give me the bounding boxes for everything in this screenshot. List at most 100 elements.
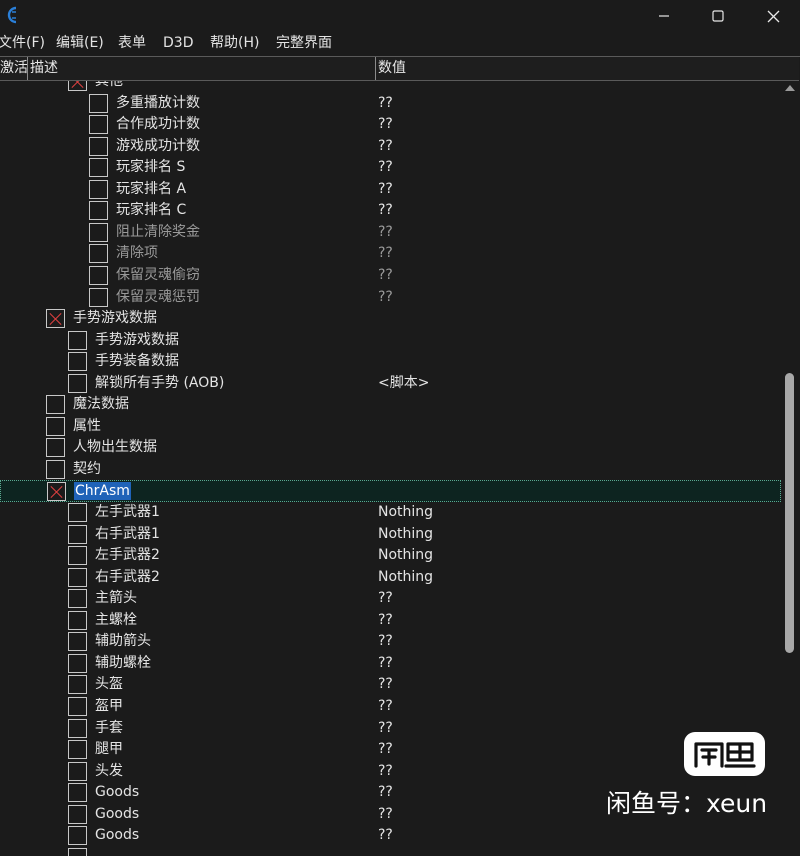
vertical-scrollbar[interactable] bbox=[781, 81, 799, 856]
table-row[interactable]: 腿甲?? bbox=[0, 739, 781, 761]
table-row[interactable]: 玩家排名 C?? bbox=[0, 200, 781, 222]
table-row[interactable]: 左手武器1 Nothing bbox=[0, 502, 781, 524]
table-row[interactable]: 保留灵魂偷窃?? bbox=[0, 265, 781, 287]
table-row[interactable]: 玩家排名 A?? bbox=[0, 179, 781, 201]
active-checkbox[interactable] bbox=[89, 287, 108, 307]
active-checkbox[interactable] bbox=[68, 826, 87, 846]
row-value[interactable]: ?? bbox=[378, 179, 393, 200]
active-checkbox[interactable] bbox=[68, 81, 87, 91]
table-row[interactable]: 左手武器2 Nothing bbox=[0, 545, 781, 567]
table-row[interactable]: 头发?? bbox=[0, 761, 781, 783]
table-row[interactable]: 辅助螺栓?? bbox=[0, 653, 781, 675]
active-checkbox[interactable] bbox=[89, 93, 108, 113]
active-checkbox[interactable] bbox=[68, 653, 87, 673]
active-checkbox[interactable] bbox=[89, 201, 108, 221]
table-row[interactable]: 主螺栓?? bbox=[0, 610, 781, 632]
menu-edit[interactable]: 编辑(E) bbox=[56, 34, 104, 52]
row-value[interactable]: ?? bbox=[378, 287, 393, 308]
active-checkbox[interactable] bbox=[68, 675, 87, 695]
table-row[interactable]: 阻止清除奖金?? bbox=[0, 222, 781, 244]
row-value[interactable]: ?? bbox=[378, 761, 393, 782]
row-value[interactable]: ?? bbox=[378, 653, 393, 674]
table-row[interactable]: 手势游戏数据 bbox=[0, 330, 781, 352]
row-value[interactable]: Nothing bbox=[378, 567, 433, 588]
active-checkbox[interactable] bbox=[89, 115, 108, 135]
active-checkbox[interactable] bbox=[89, 136, 108, 156]
active-checkbox[interactable] bbox=[89, 179, 108, 199]
active-checkbox[interactable] bbox=[89, 222, 108, 242]
row-value[interactable]: Nothing bbox=[378, 524, 433, 545]
table-row[interactable] bbox=[0, 847, 781, 856]
active-checkbox[interactable] bbox=[68, 589, 87, 609]
row-value[interactable]: ?? bbox=[378, 200, 393, 221]
active-checkbox[interactable] bbox=[68, 696, 87, 716]
scroll-up-arrow-icon[interactable] bbox=[785, 85, 795, 91]
scrollbar-thumb[interactable] bbox=[785, 373, 794, 653]
active-checkbox[interactable] bbox=[89, 158, 108, 178]
table-row[interactable]: 盔甲?? bbox=[0, 696, 781, 718]
active-checkbox[interactable] bbox=[46, 438, 65, 458]
row-value[interactable]: ?? bbox=[378, 610, 393, 631]
table-row[interactable]: 主箭头?? bbox=[0, 588, 781, 610]
active-checkbox[interactable] bbox=[68, 783, 87, 803]
menu-file[interactable]: 文件(F) bbox=[0, 34, 45, 52]
column-description[interactable]: 描述 bbox=[28, 57, 376, 80]
active-checkbox[interactable] bbox=[68, 567, 87, 587]
row-value[interactable]: ?? bbox=[378, 222, 393, 243]
menu-help[interactable]: 帮助(H) bbox=[210, 34, 259, 52]
cheat-engine-logo-icon[interactable] bbox=[4, 6, 20, 24]
row-value[interactable]: ?? bbox=[378, 804, 393, 825]
menu-full-interface[interactable]: 完整界面 bbox=[276, 34, 332, 52]
row-value[interactable]: ?? bbox=[378, 718, 393, 739]
menu-d3d[interactable]: D3D bbox=[163, 34, 193, 52]
active-checkbox[interactable] bbox=[68, 632, 87, 652]
active-checkbox[interactable] bbox=[68, 761, 87, 781]
table-row[interactable]: 手套?? bbox=[0, 718, 781, 740]
close-button[interactable] bbox=[750, 0, 796, 32]
table-row[interactable]: 保留灵魂惩罚?? bbox=[0, 287, 781, 309]
table-row[interactable]: 辅助箭头?? bbox=[0, 631, 781, 653]
table-row[interactable]: 合作成功计数?? bbox=[0, 114, 781, 136]
table-row[interactable]: 属性 bbox=[0, 416, 781, 438]
active-checkbox[interactable] bbox=[46, 395, 65, 415]
active-checkbox[interactable] bbox=[68, 373, 87, 393]
active-checkbox[interactable] bbox=[68, 847, 87, 856]
table-row[interactable]: 清除项?? bbox=[0, 243, 781, 265]
row-value[interactable]: ?? bbox=[378, 696, 393, 717]
table-row[interactable]: Goods?? bbox=[0, 825, 781, 847]
row-value[interactable]: ?? bbox=[378, 265, 393, 286]
row-value[interactable]: ?? bbox=[378, 782, 393, 803]
active-checkbox[interactable] bbox=[68, 352, 87, 372]
table-row[interactable]: 契约 bbox=[0, 459, 781, 481]
column-value[interactable]: 数值 bbox=[376, 57, 799, 80]
active-checkbox[interactable] bbox=[89, 265, 108, 285]
row-value[interactable]: ?? bbox=[378, 114, 393, 135]
active-checkbox[interactable] bbox=[89, 244, 108, 264]
active-checkbox[interactable] bbox=[46, 416, 65, 436]
maximize-button[interactable] bbox=[695, 0, 741, 32]
table-row[interactable]: 手势装备数据 bbox=[0, 351, 781, 373]
active-checkbox[interactable] bbox=[46, 309, 65, 329]
table-row[interactable]: 头盔?? bbox=[0, 674, 781, 696]
table-row[interactable]: 多重播放计数?? bbox=[0, 93, 781, 115]
active-checkbox[interactable] bbox=[47, 482, 66, 502]
row-value[interactable]: ?? bbox=[378, 157, 393, 178]
active-checkbox[interactable] bbox=[68, 503, 87, 522]
table-row[interactable]: ChrAsm bbox=[0, 480, 781, 502]
active-checkbox[interactable] bbox=[68, 804, 87, 824]
row-value[interactable]: ?? bbox=[378, 588, 393, 609]
minimize-button[interactable] bbox=[641, 0, 687, 32]
row-value[interactable]: ?? bbox=[378, 243, 393, 264]
active-checkbox[interactable] bbox=[46, 459, 65, 479]
table-row[interactable]: 魔法数据 bbox=[0, 394, 781, 416]
table-row[interactable]: 玩家排名 S?? bbox=[0, 157, 781, 179]
active-checkbox[interactable] bbox=[68, 546, 87, 566]
active-checkbox[interactable] bbox=[68, 740, 87, 760]
row-value[interactable]: Nothing bbox=[378, 545, 433, 566]
active-checkbox[interactable] bbox=[68, 718, 87, 738]
row-value[interactable]: ?? bbox=[378, 631, 393, 652]
row-value[interactable]: Nothing bbox=[378, 502, 433, 523]
active-checkbox[interactable] bbox=[68, 524, 87, 544]
table-row[interactable]: 人物出生数据 bbox=[0, 437, 781, 459]
table-row[interactable]: 右手武器1 Nothing bbox=[0, 524, 781, 546]
